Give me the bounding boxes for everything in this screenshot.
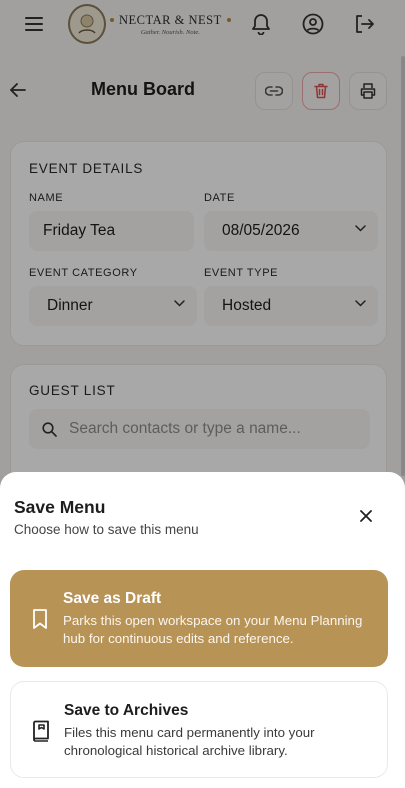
save-as-draft-button[interactable]: Save as Draft Parks this open workspace … — [10, 570, 388, 667]
close-sheet-button[interactable] — [354, 504, 378, 528]
close-icon — [360, 510, 372, 522]
save-to-archives-button[interactable]: Save to Archives Files this menu card pe… — [10, 681, 388, 778]
bookmark-icon — [33, 609, 47, 629]
save-as-draft-title: Save as Draft — [63, 590, 162, 607]
save-as-draft-description: Parks this open workspace on your Menu P… — [63, 613, 363, 646]
sheet-subtitle: Choose how to save this menu — [14, 522, 199, 537]
save-to-archives-description: Files this menu card permanently into yo… — [64, 725, 315, 758]
sheet-title: Save Menu — [14, 497, 106, 517]
save-to-archives-title: Save to Archives — [64, 702, 189, 719]
archive-book-icon — [33, 720, 49, 742]
save-menu-sheet: Save Menu Choose how to save this menu S… — [0, 472, 405, 788]
